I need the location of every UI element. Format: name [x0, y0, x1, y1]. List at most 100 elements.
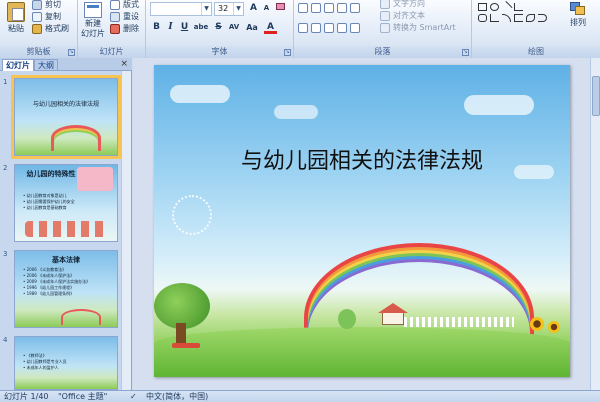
reset-button[interactable]: 重设 — [110, 11, 139, 22]
paragraph-launcher[interactable]: ↘ — [462, 49, 469, 56]
thumb-line: • 未成年人的监护人 — [23, 365, 59, 370]
smartart-button[interactable]: 转换为 SmartArt — [380, 22, 456, 33]
reset-label: 重设 — [123, 12, 139, 21]
slide-thumbnail-3[interactable]: 基本法律 • 2006 《义务教育法》 • 2006 《未成年人保护法》 • 2… — [14, 250, 118, 328]
justify-icon — [337, 22, 347, 33]
italic-button[interactable]: I — [164, 21, 177, 34]
new-slide-label: 新建 幻灯片 — [81, 19, 105, 38]
children-graphic — [25, 221, 109, 237]
thumb-list: • 《教师法》 • 幼儿园教师是专业人员 • 未成年人的监护人 — [23, 353, 67, 371]
font-color-label: A — [267, 22, 274, 32]
slide-editor: 与幼儿园相关的法律法规 — [133, 58, 590, 390]
delete-icon — [110, 23, 120, 34]
grow-font-button[interactable]: A — [247, 2, 260, 15]
copy-button[interactable]: 复制 — [32, 11, 61, 22]
delete-label: 删除 — [123, 24, 139, 33]
new-slide-icon — [84, 2, 102, 18]
strikethrough-button[interactable]: S — [212, 21, 225, 34]
bracket-shape-icon — [514, 14, 523, 22]
arrange-button[interactable]: 排列 — [562, 2, 594, 28]
clipboard-launcher[interactable]: ↘ — [68, 49, 75, 56]
align-text-label: 对齐文本 — [393, 11, 425, 20]
shrink-font-button[interactable]: A — [260, 2, 273, 15]
thumb-list: • 2006 《义务教育法》 • 2006 《未成年人保护法》 • 2009 《… — [23, 267, 90, 297]
ribbon: 粘贴 剪切 复制 格式刷 剪贴板 ↘ 新建 幻灯片 版式 重设 删除 幻灯片 ▼… — [0, 0, 600, 58]
scrollbar-thumb[interactable] — [592, 76, 600, 116]
thumb-number: 3 — [3, 250, 8, 258]
cut-button[interactable]: 剪切 — [32, 0, 61, 10]
chevron-down-icon: ▼ — [233, 3, 243, 15]
format-painter-button[interactable]: 格式刷 — [32, 23, 69, 34]
slide-scrollbar[interactable] — [590, 58, 600, 390]
underline-button[interactable]: U — [178, 21, 191, 34]
slide-thumbnail-4[interactable]: • 《教师法》 • 幼儿园教师是专业人员 • 未成年人的监护人 — [14, 336, 118, 390]
paste-button[interactable]: 粘贴 — [3, 2, 29, 34]
status-bar: 幻灯片 1/40 "Office 主题" ✓ 中文(简体，中国) — [0, 390, 600, 402]
smartart-label: 转换为 SmartArt — [393, 23, 456, 32]
paragraph-group-label: 段落 — [294, 46, 471, 58]
bold-button[interactable]: B — [150, 21, 163, 34]
align-text-button[interactable]: 对齐文本 — [380, 10, 425, 21]
delete-button[interactable]: 删除 — [110, 23, 139, 34]
new-slide-button[interactable]: 新建 幻灯片 — [80, 2, 106, 39]
slide-thumbnail-2[interactable]: 幼儿园的特殊性 • 幼儿园教育对象是幼儿 • 幼儿园需要保护幼儿的安全 • 幼儿… — [14, 164, 118, 242]
layout-button[interactable]: 版式 — [110, 0, 139, 10]
rainbow-graphic — [51, 125, 101, 151]
align-right-icon — [324, 22, 334, 33]
thumb-number: 2 — [3, 164, 8, 172]
font-size-value: 32 — [218, 4, 229, 13]
layout-label: 版式 — [123, 0, 139, 9]
shadow-label: abe — [193, 23, 209, 31]
text-direction-button[interactable]: 文字方向 — [380, 0, 425, 9]
arrange-icon — [570, 2, 586, 16]
layout-icon — [110, 0, 120, 10]
tab-outline[interactable]: 大纲 — [34, 59, 58, 71]
shadow-button[interactable]: abe — [192, 21, 210, 34]
bullets-icon — [298, 2, 308, 13]
spellcheck-icon[interactable]: ✓ — [130, 391, 137, 402]
slide-thumbnail-1[interactable]: 与幼儿园相关的法律法规 — [11, 75, 121, 159]
copy-label: 复制 — [45, 12, 61, 21]
thumb-number: 4 — [3, 336, 8, 344]
triangle-shape-icon — [490, 14, 499, 22]
text-direction-icon — [380, 0, 390, 9]
close-icon[interactable]: × — [120, 59, 128, 69]
copy-icon — [32, 11, 42, 22]
clear-format-button[interactable] — [274, 2, 287, 15]
paragraph-group: 文字方向 对齐文本 转换为 SmartArt 段落 ↘ — [294, 0, 472, 58]
paste-label: 粘贴 — [8, 24, 24, 33]
font-launcher[interactable]: ↘ — [284, 49, 291, 56]
thumb-line: • 幼儿园教育是基础教育 — [23, 205, 67, 210]
thumb-line: • 1989 《幼儿园管理条例》 — [23, 291, 75, 296]
tab-slides[interactable]: 幻灯片 — [2, 59, 34, 71]
bush-graphic — [338, 309, 356, 329]
rainbow-graphic — [61, 309, 101, 325]
line-spacing-icon — [350, 2, 360, 13]
align-buttons[interactable] — [298, 22, 360, 33]
italic-label: I — [168, 22, 173, 32]
language-indicator[interactable]: 中文(简体，中国) — [146, 391, 208, 402]
sun-graphic — [172, 195, 212, 235]
eraser-icon — [276, 3, 285, 10]
strike-label: S — [215, 22, 222, 32]
line-shape-icon — [500, 0, 513, 14]
bullets-button[interactable] — [298, 2, 360, 13]
ellipse-shape-icon — [490, 3, 499, 11]
font-size-combo[interactable]: 32 ▼ — [214, 2, 244, 16]
bench-graphic — [172, 343, 200, 348]
photo-graphic — [77, 167, 113, 191]
font-group: ▼ 32 ▼ A A B I U abe S AV Aa A 字体 ↘ — [146, 0, 294, 58]
align-center-icon — [311, 22, 321, 33]
change-case-button[interactable]: Aa — [244, 21, 260, 34]
indent-icon — [337, 2, 347, 13]
pane-scrollbar[interactable] — [121, 71, 131, 390]
house-graphic — [382, 311, 404, 325]
chevron-down-icon: ▼ — [201, 3, 211, 15]
font-name-combo[interactable]: ▼ — [150, 2, 212, 16]
pane-tabs: 幻灯片 大纲 × — [0, 58, 132, 71]
slide-title[interactable]: 与幼儿园相关的法律法规 — [154, 143, 570, 175]
spacing-button[interactable]: AV — [226, 21, 242, 34]
current-slide[interactable]: 与幼儿园相关的法律法规 — [154, 65, 570, 377]
shapes-gallery[interactable] — [476, 0, 560, 32]
font-color-button[interactable]: A — [264, 21, 277, 34]
